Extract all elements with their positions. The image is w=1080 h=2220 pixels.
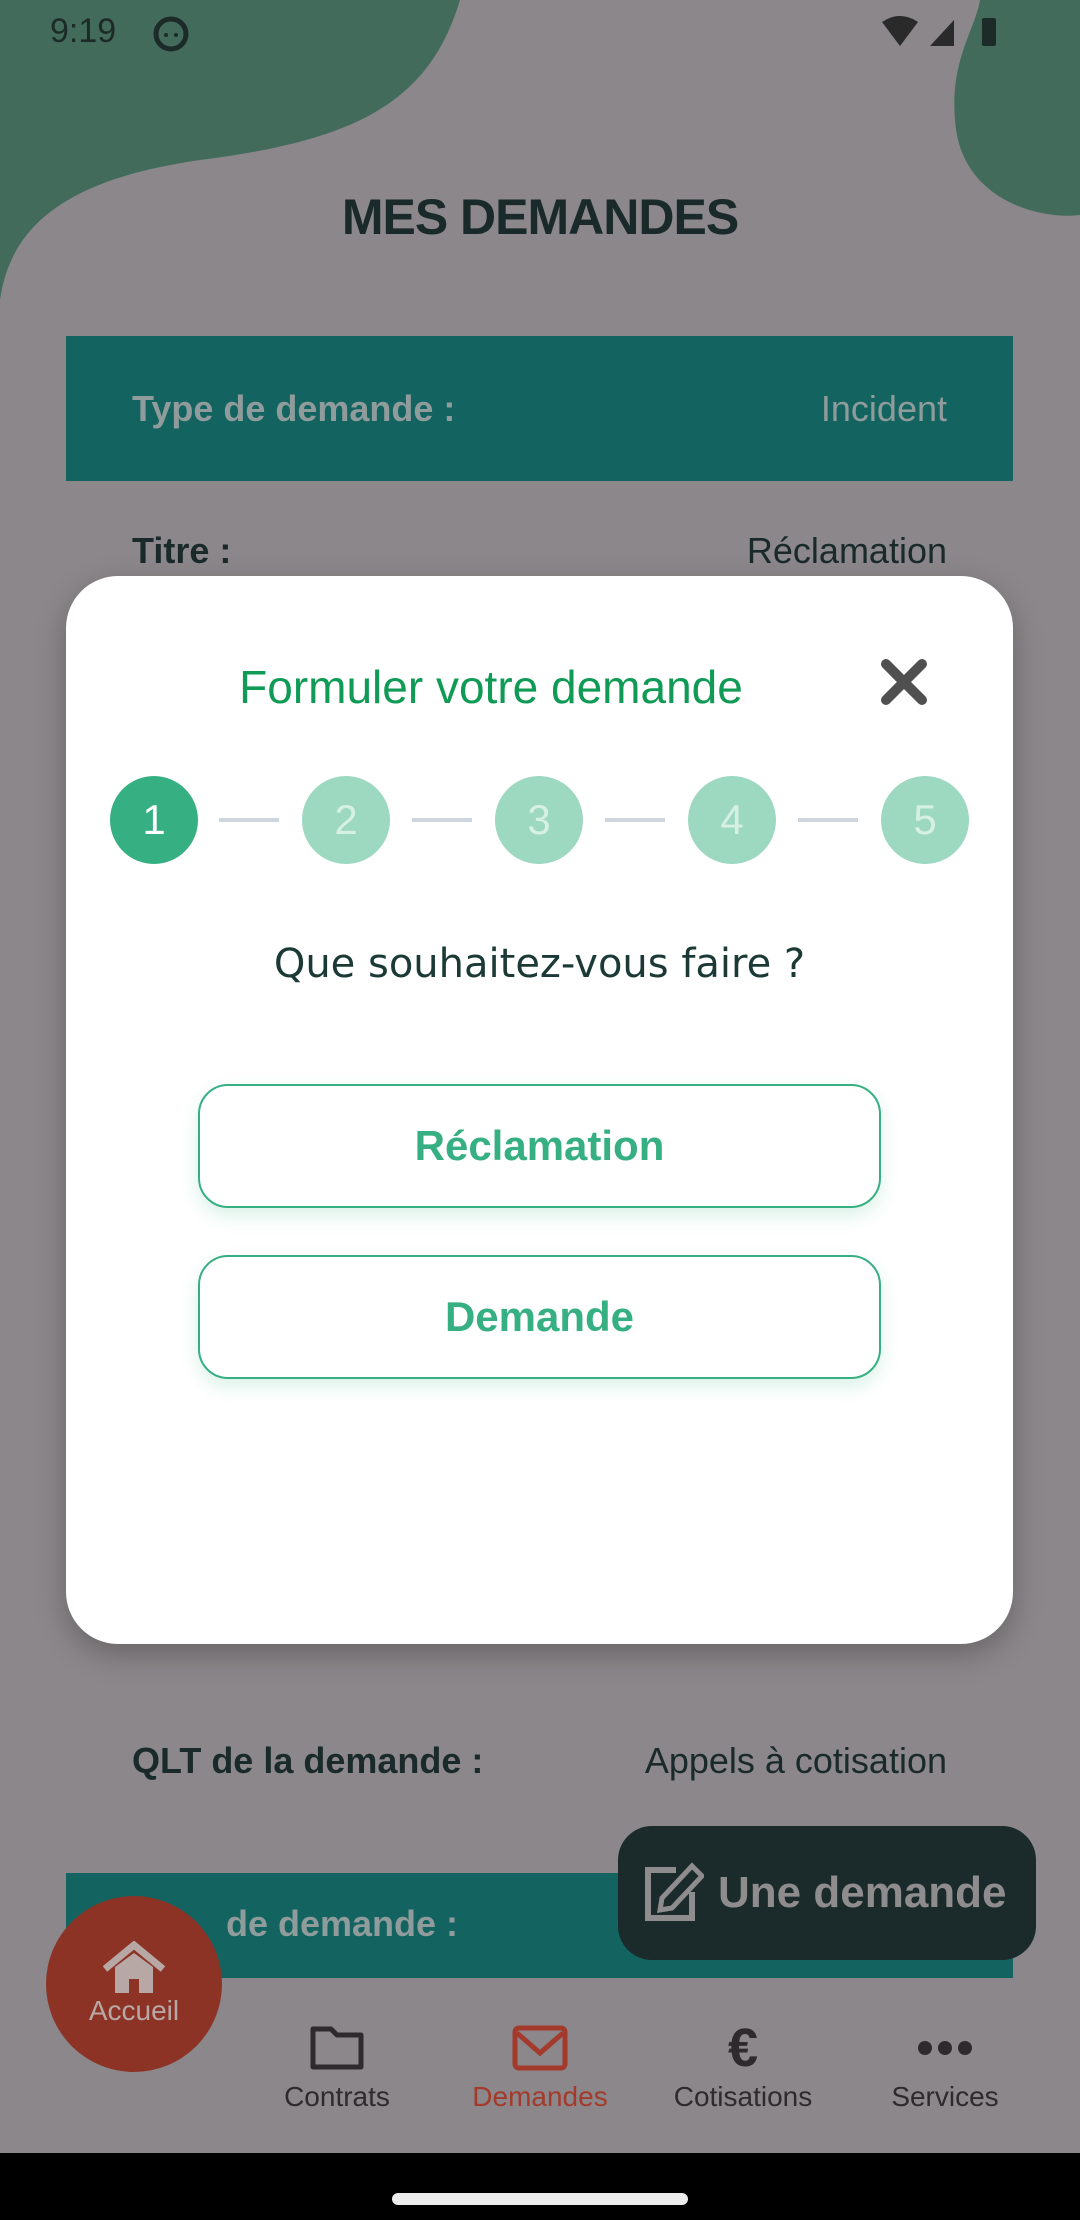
step-connector xyxy=(219,818,279,822)
title-label: Titre : xyxy=(132,530,232,571)
demande-button[interactable]: Demande xyxy=(198,1255,881,1379)
wifi-icon xyxy=(882,16,918,46)
card-type-row: Type de demande : Incident xyxy=(66,336,1013,481)
question-text: Que souhaitez-vous faire ? xyxy=(273,941,806,987)
nav-cotisations[interactable]: € Cotisations xyxy=(643,2018,843,2113)
step-connector xyxy=(412,818,472,822)
system-nav-bar xyxy=(0,2153,1080,2220)
battery-icon xyxy=(982,18,996,46)
step-3: 3 xyxy=(495,776,583,864)
type-label: Type de demande : xyxy=(132,387,456,429)
nav-services[interactable]: Services xyxy=(845,2025,1045,2113)
qlt-value: Appels à cotisation xyxy=(644,1740,947,1781)
step-4: 4 xyxy=(688,776,776,864)
nav-label: Services xyxy=(891,2081,999,2112)
home-icon xyxy=(102,1941,166,1993)
step-connector xyxy=(605,818,665,822)
close-icon[interactable] xyxy=(876,654,932,710)
status-time: 9:19 xyxy=(50,12,117,50)
nav-label: Demandes xyxy=(472,2081,608,2112)
envelope-icon xyxy=(512,2025,568,2071)
nav-demandes[interactable]: Demandes xyxy=(440,2025,640,2113)
step-2: 2 xyxy=(302,776,390,864)
euro-icon: € xyxy=(727,2018,759,2078)
fab-label: Une demande xyxy=(718,1868,1007,1917)
type-value: Incident xyxy=(820,387,947,429)
card-qlt-row: QLT de la demande : Appels à cotisation xyxy=(66,1740,1013,1782)
request-modal: Formuler votre demande 1 2 3 4 5 Que sou… xyxy=(66,576,1013,1644)
nav-home-label: Accueil xyxy=(88,1995,180,2026)
card-title-row: Titre : Réclamation xyxy=(66,530,1013,572)
step-5: 5 xyxy=(881,776,969,864)
nav-contrats[interactable]: Contrats xyxy=(237,2025,437,2113)
title-value: Réclamation xyxy=(746,530,947,571)
page-title: MES DEMANDES xyxy=(341,189,739,245)
nav-label: Cotisations xyxy=(673,2081,813,2112)
nav-home[interactable]: Accueil xyxy=(46,1896,222,2072)
modal-title: Formuler votre demande xyxy=(239,661,743,713)
face-icon xyxy=(153,16,189,52)
status-icons xyxy=(882,16,996,46)
more-icon xyxy=(918,2041,972,2055)
step-connector xyxy=(798,818,858,822)
reclamation-button[interactable]: Réclamation xyxy=(198,1084,881,1208)
edit-icon xyxy=(645,1862,704,1921)
nav-label: Contrats xyxy=(284,2081,390,2112)
step-1: 1 xyxy=(110,776,198,864)
qlt-label: QLT de la demande : xyxy=(132,1740,484,1781)
signal-icon xyxy=(930,20,954,46)
home-indicator[interactable] xyxy=(392,2193,688,2205)
new-request-button[interactable]: Une demande xyxy=(618,1826,1036,1960)
folder-icon xyxy=(310,2026,364,2070)
type-label: de demande : xyxy=(226,1903,459,1944)
